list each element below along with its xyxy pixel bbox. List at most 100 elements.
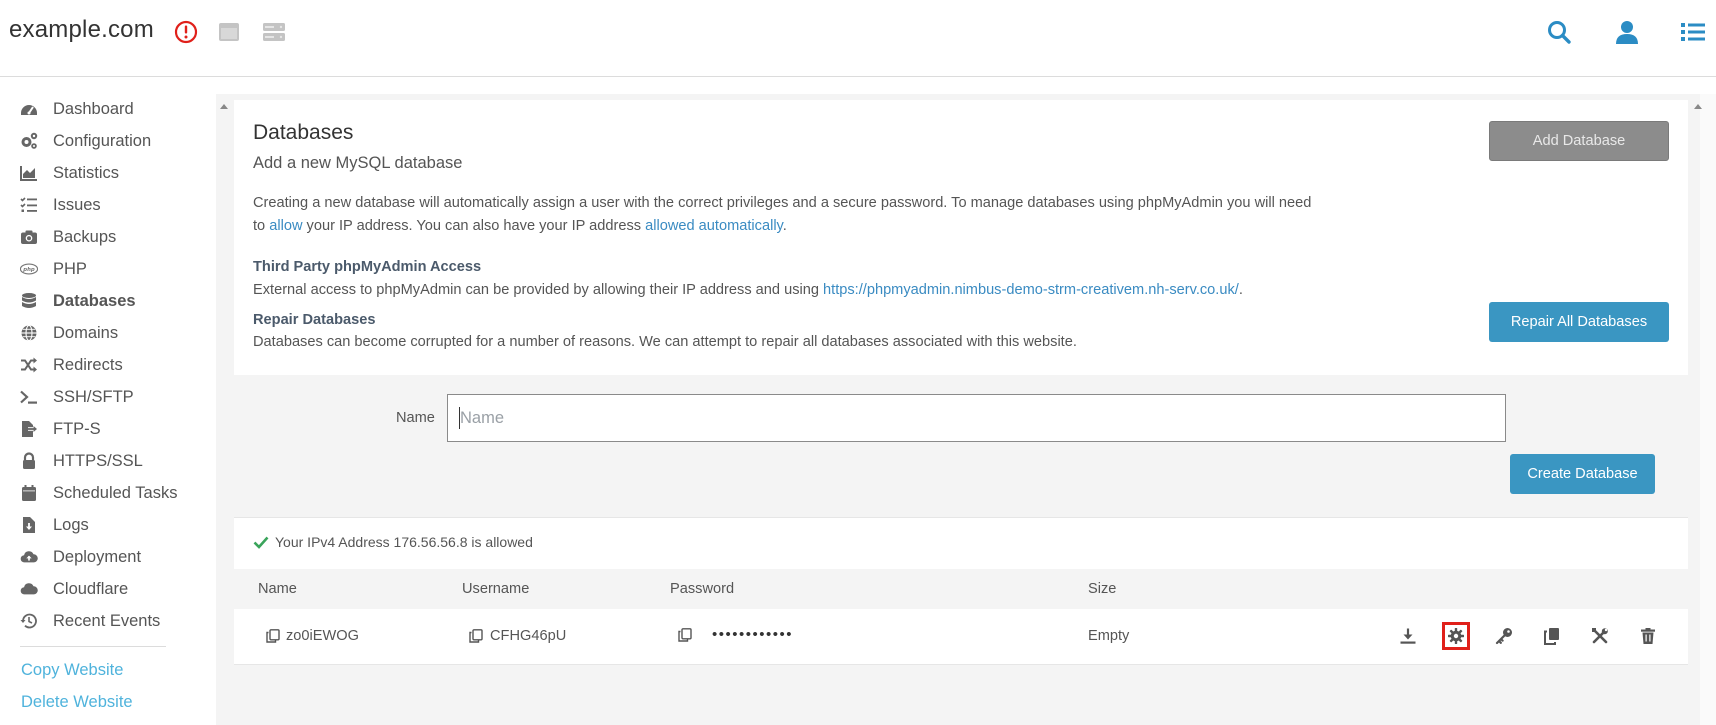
file-download-icon (20, 516, 38, 534)
page-title: Databases (253, 121, 354, 144)
sidebar-item-label: Deployment (53, 547, 142, 566)
sidebar-item-label: Scheduled Tasks (53, 483, 178, 502)
php-icon: php (20, 260, 38, 278)
text-caret (459, 407, 460, 429)
page-subtitle: Add a new MySQL database (253, 154, 463, 172)
description: Creating a new database will automatical… (253, 195, 1312, 234)
sidebar-item-backups[interactable]: Backups (20, 224, 116, 250)
ip-status-text: Your IPv4 Address 176.56.56.8 is allowed (275, 534, 533, 550)
cloud-upload-icon (20, 548, 38, 566)
dashboard-icon (20, 100, 38, 118)
camera-icon (20, 228, 38, 246)
column-header-size[interactable]: Size (1088, 581, 1116, 597)
sidebar-item-databases[interactable]: Databases (20, 288, 136, 314)
calendar-icon (20, 484, 38, 502)
sidebar-item-domains[interactable]: Domains (20, 320, 118, 346)
copy-username-icon[interactable] (469, 629, 483, 643)
database-name-input[interactable] (447, 394, 1506, 442)
allow-ip-link[interactable]: allow (269, 218, 302, 234)
sidebar-item-label: Cloudflare (53, 579, 129, 598)
site-title[interactable]: example.com (9, 16, 154, 44)
sidebar-divider (20, 646, 166, 647)
check-icon (253, 536, 269, 549)
copy-password-icon[interactable] (678, 628, 692, 642)
checklist-icon (20, 196, 38, 214)
sidebar-item-https-ssl[interactable]: HTTPS/SSL (20, 448, 143, 474)
alert-icon[interactable] (174, 20, 198, 44)
scroll-up-arrow-icon[interactable] (220, 104, 228, 109)
sidebar-item-label: PHP (53, 259, 87, 278)
add-database-button[interactable]: Add Database (1489, 121, 1669, 161)
repair-heading: Repair Databases (253, 312, 376, 328)
key-icon[interactable] (1494, 626, 1514, 646)
sidebar-item-dashboard[interactable]: Dashboard (20, 96, 134, 122)
history-icon (20, 612, 38, 630)
copy-name-icon[interactable] (266, 629, 280, 643)
download-icon[interactable] (1398, 626, 1418, 646)
sidebar-item-ftp-s[interactable]: FTP-S (20, 416, 101, 442)
repair-all-databases-button[interactable]: Repair All Databases (1489, 302, 1669, 342)
menu-list-icon[interactable] (1680, 19, 1706, 45)
scroll-up-arrow-icon[interactable] (1694, 104, 1702, 109)
sidebar-item-statistics[interactable]: Statistics (20, 160, 119, 186)
top-header: example.com (0, 0, 1716, 77)
panel-icon[interactable] (217, 20, 241, 44)
trash-icon[interactable] (1638, 626, 1658, 646)
sidebar-item-label: Configuration (53, 131, 152, 150)
name-label: Name (396, 410, 435, 426)
sidebar-item-logs[interactable]: Logs (20, 512, 89, 538)
sidebar-item-php[interactable]: php PHP (20, 256, 87, 282)
sidebar-item-label: Issues (53, 195, 101, 214)
terminal-icon (20, 388, 38, 406)
sidebar-item-label: Domains (53, 323, 119, 342)
table-row (234, 609, 1688, 665)
db-size-cell: Empty (1088, 628, 1130, 644)
repair-text: Databases can become corrupted for a num… (253, 334, 1077, 350)
sidebar-item-label: HTTPS/SSL (53, 451, 143, 470)
allowed-automatically-link[interactable]: allowed automatically (645, 218, 783, 234)
chart-icon (20, 164, 38, 182)
sidebar-item-deployment[interactable]: Deployment (20, 544, 141, 570)
file-export-icon (20, 420, 38, 438)
copy-icon[interactable] (1542, 626, 1562, 646)
sidebar-item-label: Recent Events (53, 611, 161, 630)
settings-gear-icon[interactable] (1442, 622, 1470, 650)
search-icon[interactable] (1546, 19, 1572, 45)
phpmyadmin-url-link[interactable]: https://phpmyadmin.nimbus-demo-strm-crea… (823, 282, 1239, 298)
sidebar-item-configuration[interactable]: Configuration (20, 128, 151, 154)
table-header (234, 569, 1688, 609)
database-icon (20, 292, 38, 310)
svg-text:php: php (22, 267, 35, 273)
sidebar-item-issues[interactable]: Issues (20, 192, 101, 218)
sidebar-item-redirects[interactable]: Redirects (20, 352, 123, 378)
tools-icon[interactable] (1590, 626, 1610, 646)
column-header-name[interactable]: Name (258, 581, 297, 597)
shuffle-icon (20, 356, 38, 374)
scrollbar[interactable] (1700, 94, 1716, 725)
db-password-cell: •••••••••••• (712, 626, 794, 643)
gears-icon (20, 132, 38, 150)
third-party-heading: Third Party phpMyAdmin Access (253, 259, 482, 275)
delete-website-link[interactable]: Delete Website (21, 693, 133, 712)
db-username-cell: CFHG46pU (490, 628, 567, 644)
db-name-cell: zo0iEWOG (286, 628, 359, 644)
globe-icon (20, 324, 38, 342)
sidebar-item-label: Backups (53, 227, 117, 246)
sidebar-item-ssh-sftp[interactable]: SSH/SFTP (20, 384, 134, 410)
sidebar-item-label: SSH/SFTP (53, 387, 134, 406)
sidebar-item-label: Statistics (53, 163, 120, 182)
sidebar-item-recent-events[interactable]: Recent Events (20, 608, 160, 634)
sidebar-item-cloudflare[interactable]: Cloudflare (20, 576, 128, 602)
sidebar-item-scheduled-tasks[interactable]: Scheduled Tasks (20, 480, 177, 506)
sidebar-item-label: Dashboard (53, 99, 134, 118)
lock-icon (20, 452, 38, 470)
column-header-password[interactable]: Password (670, 581, 734, 597)
create-database-button[interactable]: Create Database (1510, 454, 1655, 494)
server-icon[interactable] (262, 20, 286, 44)
cloud-icon (20, 580, 38, 598)
sidebar-item-label: Logs (53, 515, 89, 534)
column-header-username[interactable]: Username (462, 581, 529, 597)
copy-website-link[interactable]: Copy Website (21, 661, 123, 680)
sidebar-item-label: Databases (53, 291, 136, 310)
user-icon[interactable] (1614, 19, 1640, 45)
